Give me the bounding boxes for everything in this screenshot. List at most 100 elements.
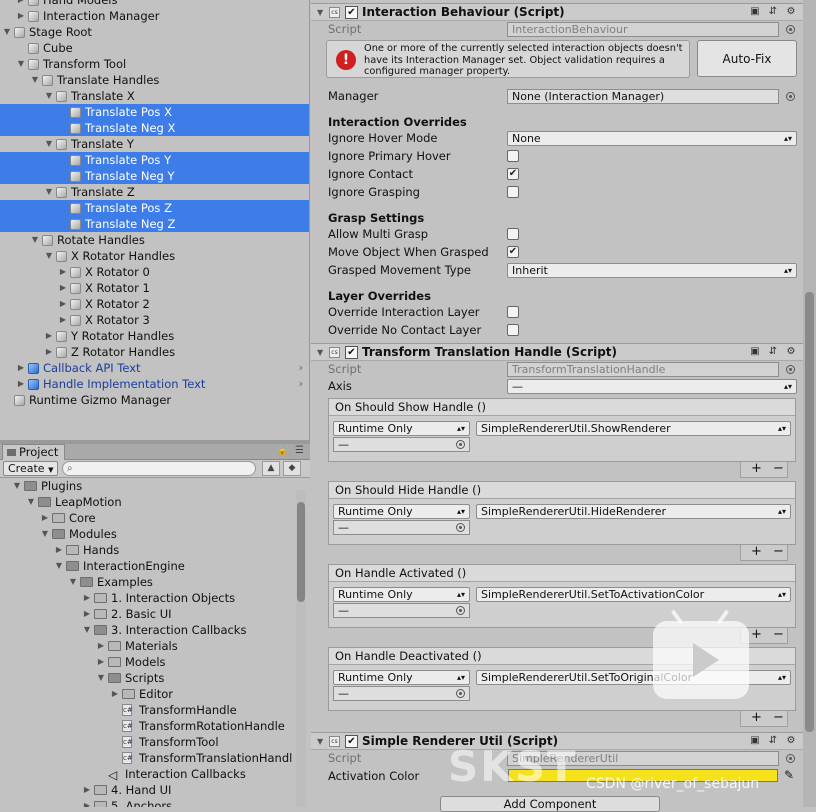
collapsed-arrow-icon[interactable]: ▶	[40, 510, 50, 526]
gear-icon[interactable]: ⚙	[785, 346, 797, 358]
expanded-arrow-icon[interactable]: ▼	[68, 574, 78, 590]
hierarchy-item[interactable]: Translate Neg Y	[0, 168, 309, 184]
collapsed-arrow-icon[interactable]: ▶	[82, 606, 92, 622]
expanded-arrow-icon[interactable]: ▼	[16, 56, 26, 72]
axis-dropdown[interactable]: — ▴▾	[507, 379, 797, 394]
manager-picker-icon[interactable]	[786, 92, 795, 101]
tab-project[interactable]: Project	[2, 444, 66, 460]
ignore-grasping-checkbox[interactable]	[507, 186, 519, 198]
hierarchy-item[interactable]: ▼ Transform Tool	[0, 56, 309, 72]
function-dropdown[interactable]: SimpleRendererUtil.HideRenderer ▴▾	[476, 504, 791, 519]
expanded-arrow-icon[interactable]: ▼	[12, 478, 22, 494]
project-scrollbar-thumb[interactable]	[297, 502, 305, 602]
collapsed-arrow-icon[interactable]: ▶	[82, 798, 92, 807]
project-item[interactable]: ▶ Models	[0, 654, 296, 670]
object-picker-icon[interactable]	[456, 523, 465, 532]
expanded-arrow-icon[interactable]: ▼	[26, 494, 36, 510]
hierarchy-item[interactable]: ▶ Interaction Manager	[0, 8, 309, 24]
expanded-arrow-icon[interactable]: ▼	[40, 526, 50, 542]
object-picker-icon[interactable]	[786, 25, 795, 34]
expanded-arrow-icon[interactable]: ▼	[54, 558, 64, 574]
preset-icon[interactable]: ⇵	[767, 6, 779, 18]
hierarchy-item[interactable]: ▶ X Rotator 3	[0, 312, 309, 328]
component-header-interaction-behaviour[interactable]: ▼ cs ✔ Interaction Behaviour (Script) ▣ …	[311, 3, 803, 21]
project-item[interactable]: ▶ 5. Anchors	[0, 798, 296, 807]
expanded-arrow-icon[interactable]: ▼	[82, 622, 92, 638]
expanded-arrow-icon[interactable]: ▼	[44, 248, 54, 264]
prefab-open-icon[interactable]: ›	[299, 360, 303, 376]
component-enabled-checkbox[interactable]: ✔	[345, 346, 358, 359]
function-dropdown[interactable]: SimpleRendererUtil.ShowRenderer ▴▾	[476, 421, 791, 436]
hierarchy-item[interactable]: ▶ Callback API Text ›	[0, 360, 309, 376]
runtime-mode-dropdown[interactable]: Runtime Only ▴▾	[333, 421, 470, 436]
hierarchy-item[interactable]: ▼ Translate Handles	[0, 72, 309, 88]
component-header-transform-translation-handle[interactable]: ▼ cs ✔ Transform Translation Handle (Scr…	[311, 343, 803, 361]
collapsed-arrow-icon[interactable]: ▶	[110, 686, 120, 702]
function-dropdown[interactable]: SimpleRendererUtil.SetToActivationColor ▴…	[476, 587, 791, 602]
project-item[interactable]: ▼ 3. Interaction Callbacks	[0, 622, 296, 638]
object-picker-icon[interactable]	[786, 754, 795, 763]
allow-multi-grasp-checkbox[interactable]	[507, 228, 519, 240]
hierarchy-item[interactable]: ▼ Translate Y	[0, 136, 309, 152]
filter-by-type-icon[interactable]: ▲	[262, 461, 280, 476]
search-input[interactable]: ⌕	[62, 461, 256, 476]
hierarchy-item[interactable]: Translate Neg Z	[0, 216, 309, 232]
inspector-scrollbar-thumb[interactable]	[805, 292, 814, 732]
filter-by-label-icon[interactable]: ◆	[283, 461, 301, 476]
hierarchy-item[interactable]: ▶ Z Rotator Handles	[0, 344, 309, 360]
hierarchy-item[interactable]: ▼ Translate X	[0, 88, 309, 104]
hierarchy-item[interactable]: ▼ X Rotator Handles	[0, 248, 309, 264]
preset-icon[interactable]: ⇵	[767, 346, 779, 358]
hierarchy-item[interactable]: Translate Pos X	[0, 104, 309, 120]
project-item[interactable]: ▶ Materials	[0, 638, 296, 654]
ignore-primary-hover-checkbox[interactable]	[507, 150, 519, 162]
project-item[interactable]: ▶ 4. Hand UI	[0, 782, 296, 798]
eyedropper-icon[interactable]: ✎	[784, 768, 794, 782]
prefab-open-icon[interactable]: ›	[299, 376, 303, 392]
target-object-field[interactable]: —	[333, 437, 470, 452]
collapsed-arrow-icon[interactable]: ▶	[58, 296, 68, 312]
collapsed-arrow-icon[interactable]: ▶	[82, 782, 92, 798]
object-picker-icon[interactable]	[456, 606, 465, 615]
target-object-field[interactable]: —	[333, 686, 470, 701]
collapsed-arrow-icon[interactable]: ▶	[16, 8, 26, 24]
hierarchy-item[interactable]: Translate Pos Z	[0, 200, 309, 216]
project-item[interactable]: ▼ Scripts	[0, 670, 296, 686]
target-object-field[interactable]: —	[333, 603, 470, 618]
project-scrollbar[interactable]	[296, 490, 306, 807]
hierarchy-item[interactable]: ▶ X Rotator 1	[0, 280, 309, 296]
runtime-mode-dropdown[interactable]: Runtime Only ▴▾	[333, 504, 470, 519]
collapse-arrow-icon[interactable]: ▼	[317, 733, 323, 750]
project-item[interactable]: ▶ 2. Basic UI	[0, 606, 296, 622]
runtime-mode-dropdown[interactable]: Runtime Only ▴▾	[333, 587, 470, 602]
object-picker-icon[interactable]	[456, 689, 465, 698]
remove-listener-button[interactable]: −	[773, 628, 784, 642]
hierarchy-item[interactable]: Translate Neg X	[0, 120, 309, 136]
script-field[interactable]: TransformTranslationHandle	[507, 362, 779, 377]
create-button[interactable]: Create ▼	[3, 461, 59, 476]
help-icon[interactable]: ▣	[749, 6, 761, 18]
hierarchy-item[interactable]: ▶ Y Rotator Handles	[0, 328, 309, 344]
grasped-movement-type-dropdown[interactable]: Inherit ▴▾	[507, 263, 797, 278]
collapsed-arrow-icon[interactable]: ▶	[16, 376, 26, 392]
hierarchy-item[interactable]: ▼ Rotate Handles	[0, 232, 309, 248]
inspector-scrollbar[interactable]	[803, 0, 816, 807]
collapsed-arrow-icon[interactable]: ▶	[44, 344, 54, 360]
target-object-field[interactable]: —	[333, 520, 470, 535]
remove-listener-button[interactable]: −	[773, 462, 784, 476]
collapsed-arrow-icon[interactable]: ▶	[96, 638, 106, 654]
project-item[interactable]: ◁ Interaction Callbacks	[0, 766, 296, 782]
move-object-when-grasped-checkbox[interactable]: ✔	[507, 246, 519, 258]
remove-listener-button[interactable]: −	[773, 711, 784, 725]
hierarchy-item[interactable]: Runtime Gizmo Manager	[0, 392, 309, 408]
auto-fix-button[interactable]: Auto-Fix	[697, 40, 797, 77]
gear-icon[interactable]: ⚙	[785, 6, 797, 18]
project-item[interactable]: c# TransformRotationHandle	[0, 718, 296, 734]
expanded-arrow-icon[interactable]: ▼	[44, 88, 54, 104]
collapsed-arrow-icon[interactable]: ▶	[58, 312, 68, 328]
project-item[interactable]: ▶ Editor	[0, 686, 296, 702]
project-item[interactable]: ▼ Modules	[0, 526, 296, 542]
gear-icon[interactable]: ⚙	[785, 735, 797, 747]
expanded-arrow-icon[interactable]: ▼	[44, 136, 54, 152]
collapsed-arrow-icon[interactable]: ▶	[16, 360, 26, 376]
